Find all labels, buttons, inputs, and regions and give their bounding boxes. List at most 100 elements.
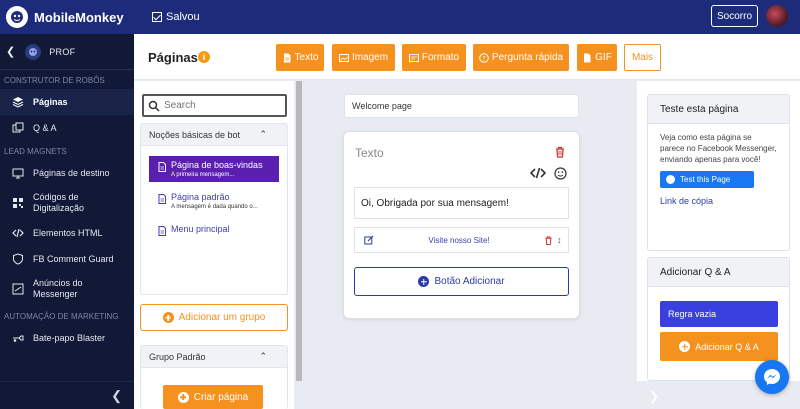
emoji-icon[interactable]: [554, 167, 567, 180]
group-title: Noções básicas de bot: [149, 129, 241, 140]
add-image-button[interactable]: Imagem: [332, 44, 395, 71]
page-item-main-menu[interactable]: Menu principal: [149, 220, 279, 240]
message-text-input[interactable]: Oi, Obrigada por sua mensagem!: [354, 187, 569, 219]
add-form-button[interactable]: Formato: [402, 44, 466, 71]
add-qa-button[interactable]: Adicionar Q & A: [660, 332, 778, 361]
info-icon[interactable]: i: [198, 51, 210, 63]
project-name: PROF: [49, 46, 76, 57]
page-title: Páginas: [148, 50, 198, 65]
add-quick-question-label: Pergunta rápida: [491, 52, 564, 63]
page-name-field[interactable]: Welcome page: [344, 94, 579, 118]
right-panel: Teste esta página Veja como esta página …: [637, 81, 800, 381]
test-this-page-label: Test this Page: [680, 175, 731, 184]
add-text-label: Texto: [294, 52, 319, 63]
edit-icon[interactable]: [364, 235, 374, 245]
sidebar-item-messenger-ads[interactable]: Anúncios do Messenger: [0, 272, 134, 306]
create-page-button[interactable]: Criar página: [163, 385, 263, 409]
sidebar-item-html-elements[interactable]: Elementos HTML: [0, 220, 134, 246]
plus-circle-icon: [162, 312, 174, 323]
monkey-logo-icon: [6, 6, 28, 28]
copy-link[interactable]: Link de cópia: [660, 196, 789, 206]
code-icon[interactable]: [530, 167, 546, 179]
add-form-label: Formato: [421, 52, 460, 63]
chevron-left-icon[interactable]: ❮: [6, 45, 15, 58]
chevron-right-icon[interactable]: ❯: [649, 389, 659, 403]
add-group-button[interactable]: Adicionar um grupo: [140, 304, 288, 331]
page-title: Página de boas-vindas: [171, 160, 263, 170]
add-image-label: Imagem: [351, 52, 389, 63]
add-gif-button[interactable]: GIF: [577, 44, 617, 71]
brand[interactable]: MobileMonkey: [0, 6, 140, 28]
chevron-left-icon: ❮: [111, 387, 122, 403]
brand-name: MobileMonkey: [34, 9, 124, 25]
megaphone-icon: [12, 283, 24, 295]
plus-circle-icon: [679, 341, 691, 352]
code-icon: [12, 227, 24, 239]
sidebar-item-qa[interactable]: Q & A: [0, 115, 134, 141]
layers-icon: [12, 96, 24, 108]
group-header[interactable]: Noções básicas de bot ⌃: [141, 124, 287, 146]
panel-resize-handle[interactable]: [296, 81, 302, 381]
saved-label: Salvou: [166, 11, 200, 23]
page-item-welcome[interactable]: Página de boas-vindas A primeira mensage…: [149, 156, 279, 182]
image-icon: [338, 53, 349, 63]
page-item-default[interactable]: Página padrão A mensagem é dada quando o…: [149, 188, 279, 214]
question-icon: ?: [479, 52, 489, 63]
add-gif-label: GIF: [595, 52, 612, 63]
messenger-chat-button[interactable]: [755, 360, 789, 394]
group-bot-basics: Noções básicas de bot ⌃ Página de boas-v…: [140, 123, 288, 295]
monitor-icon: [12, 167, 24, 179]
sidebar-item-label: Q & A: [33, 122, 57, 133]
sidebar-item-qr-codes[interactable]: Códigos de Digitalização: [0, 186, 134, 220]
add-text-button[interactable]: Texto: [276, 44, 324, 71]
gif-file-icon: [582, 53, 592, 63]
sidebar-item-landing-pages[interactable]: Páginas de destino: [0, 160, 134, 186]
avatar[interactable]: [766, 5, 788, 27]
sidebar-item-chat-blaster[interactable]: Bate-papo Blaster: [0, 325, 134, 351]
empty-rule-button[interactable]: Regra vazia: [660, 301, 778, 327]
drag-handle-icon[interactable]: ↕: [557, 235, 563, 245]
group-header[interactable]: Grupo Padrão ⌃: [141, 346, 287, 368]
search-box[interactable]: [142, 94, 287, 117]
message-button-label[interactable]: Visite nosso Site!: [374, 236, 544, 245]
bot-avatar-icon: [25, 43, 42, 60]
sidebar-section-title: AUTOMAÇÃO DE MARKETING: [4, 312, 119, 321]
sidebar-item-fb-comment-guard[interactable]: FB Comment Guard: [0, 246, 134, 272]
page-subtitle: A primeira mensagem...: [171, 172, 235, 178]
sidebar-item-label: Elementos HTML: [33, 227, 103, 238]
add-button-label: Botão Adicionar: [434, 276, 505, 287]
add-qa-label: Adicionar Q & A: [695, 341, 759, 352]
add-quick-question-button[interactable]: ? Pergunta rápida: [473, 44, 569, 71]
message-button-row: Visite nosso Site! ↕: [354, 227, 569, 253]
saved-status: Salvou: [152, 11, 200, 23]
chevron-up-icon[interactable]: ⌃: [259, 351, 267, 362]
chevron-up-icon[interactable]: ⌃: [259, 129, 267, 140]
search-input[interactable]: [164, 100, 274, 111]
page-icon: [157, 162, 167, 172]
page-title: Página padrão: [171, 192, 230, 202]
card-title: Teste esta página: [648, 95, 789, 124]
sidebar-collapse-button[interactable]: ❮: [0, 381, 134, 409]
shield-icon: [12, 253, 24, 265]
text-block-card: Texto Oi, Obrigada por sua mensagem! Vis…: [343, 131, 580, 319]
page-header: Páginas i Texto Imagem Formato ? Pergunt…: [134, 34, 800, 80]
form-icon: [408, 53, 419, 63]
messenger-icon: [666, 175, 675, 184]
sidebar-item-label: Anúncios do Messenger: [33, 278, 83, 299]
more-button[interactable]: Mais: [624, 44, 661, 71]
add-button-button[interactable]: Botão Adicionar: [354, 267, 569, 296]
sidebar-section-title: LEAD MAGNETS: [4, 147, 67, 156]
plus-circle-icon: [418, 276, 430, 287]
sidebar-item-pages[interactable]: Páginas: [0, 89, 134, 115]
test-page-description: Veja como esta página se parece no Faceb…: [660, 133, 777, 164]
sidebar: ❮ PROF CONSTRUTOR DE ROBÔS Páginas Q & A…: [0, 34, 134, 409]
group-title: Grupo Padrão: [149, 351, 206, 362]
trash-icon[interactable]: [544, 235, 553, 245]
sidebar-project-header[interactable]: ❮ PROF: [0, 34, 134, 70]
sidebar-item-label: Códigos de Digitalização: [33, 192, 85, 213]
card-title: Adicionar Q & A: [648, 258, 789, 287]
trash-icon[interactable]: [554, 146, 566, 158]
test-this-page-button[interactable]: Test this Page: [660, 171, 754, 188]
help-button[interactable]: Socorro: [711, 5, 758, 27]
page-subtitle: A mensagem é dada quando o...: [171, 204, 258, 210]
